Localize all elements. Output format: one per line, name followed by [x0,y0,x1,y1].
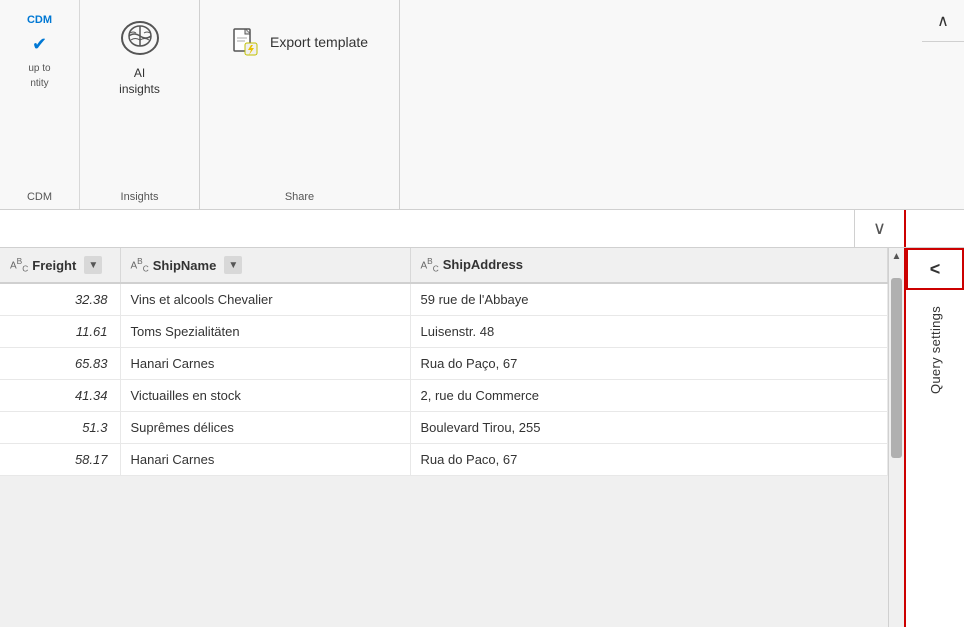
query-settings-label: Query settings [928,306,943,394]
shipaddress-type-icon: ABC [421,256,439,273]
cell-freight: 41.34 [0,380,120,412]
cell-shipname: Hanari Carnes [120,348,410,380]
freight-dropdown-button[interactable]: ▼ [84,256,102,274]
cdm-icon: CDM [27,14,52,26]
toolbar-cdm-section: CDM ✔ up to ntity CDM [0,0,80,209]
toolbar-collapse-button[interactable]: ∧ [922,0,964,42]
chevron-down-icon: ∨ [873,218,886,239]
cdm-section-label: CDM [0,191,79,203]
shipname-type-icon: ABC [131,256,149,273]
cell-shipaddress: 2, rue du Commerce [410,380,888,412]
search-dropdown-button[interactable]: ∨ [854,210,904,247]
shipname-col-label: ShipName [153,258,217,273]
cell-shipname: Suprêmes délices [120,412,410,444]
cell-shipname: Victuailles en stock [120,380,410,412]
toolbar-insights-section: AI insights Insights [80,0,200,209]
data-table: ABC Freight ▼ ABC ShipName ▼ [0,248,888,627]
toolbar-share-section: Export template Share [200,0,400,209]
main-content: ABC Freight ▼ ABC ShipName ▼ [0,248,964,627]
export-template-label: Export template [270,34,368,50]
cell-shipaddress: Rua do Paco, 67 [410,444,888,476]
col-header-freight: ABC Freight ▼ [0,248,120,283]
insights-section-label: Insights [80,191,199,203]
cell-shipname: Vins et alcools Chevalier [120,283,410,316]
collapse-up-icon: ∧ [937,11,949,31]
query-settings-back-button[interactable]: < [906,248,964,290]
scrollbar-thumb[interactable] [891,278,902,458]
cell-shipaddress: Boulevard Tirou, 255 [410,412,888,444]
export-template-icon [228,26,260,58]
vertical-scrollbar[interactable]: ▲ [888,248,904,627]
check-icon: ✔ [32,34,47,55]
table-row: 58.17 Hanari Carnes Rua do Paco, 67 [0,444,888,476]
query-settings-toggle[interactable] [904,210,964,247]
table-row: 65.83 Hanari Carnes Rua do Paço, 67 [0,348,888,380]
scrollbar-track[interactable] [889,248,904,627]
ai-insights-label: AI insights [119,66,160,97]
filter-bar: ∨ [0,210,964,248]
shipname-dropdown-button[interactable]: ▼ [224,256,242,274]
cell-freight: 58.17 [0,444,120,476]
map-to-label: up to [28,63,50,74]
cell-freight: 11.61 [0,316,120,348]
brain-icon [116,14,164,62]
cell-shipname: Hanari Carnes [120,444,410,476]
cell-freight: 51.3 [0,412,120,444]
table-row: 41.34 Victuailles en stock 2, rue du Com… [0,380,888,412]
cell-shipaddress: 59 rue de l'Abbaye [410,283,888,316]
table-row: 32.38 Vins et alcools Chevalier 59 rue d… [0,283,888,316]
toolbar: CDM ✔ up to ntity CDM [0,0,964,210]
export-template-button[interactable]: Export template [216,18,380,66]
col-header-shipname: ABC ShipName ▼ [120,248,410,283]
entity-label: ntity [30,78,48,89]
cell-shipname: Toms Spezialitäten [120,316,410,348]
table-row: 51.3 Suprêmes délices Boulevard Tirou, 2… [0,412,888,444]
query-settings-panel: < Query settings [904,248,964,627]
cell-freight: 65.83 [0,348,120,380]
table-row: 11.61 Toms Spezialitäten Luisenstr. 48 [0,316,888,348]
table-header-row: ABC Freight ▼ ABC ShipName ▼ [0,248,888,283]
search-input[interactable] [10,221,844,236]
search-area [0,210,854,247]
col-header-shipaddress: ABC ShipAddress [410,248,888,283]
shipaddress-col-label: ShipAddress [443,257,523,272]
cell-shipaddress: Luisenstr. 48 [410,316,888,348]
cell-shipaddress: Rua do Paço, 67 [410,348,888,380]
cell-freight: 32.38 [0,283,120,316]
ai-insights-button[interactable]: AI insights [104,8,176,103]
freight-type-icon: ABC [10,256,28,273]
share-section-label: Share [200,191,399,203]
freight-col-label: Freight [32,258,76,273]
back-chevron-icon: < [930,259,941,280]
